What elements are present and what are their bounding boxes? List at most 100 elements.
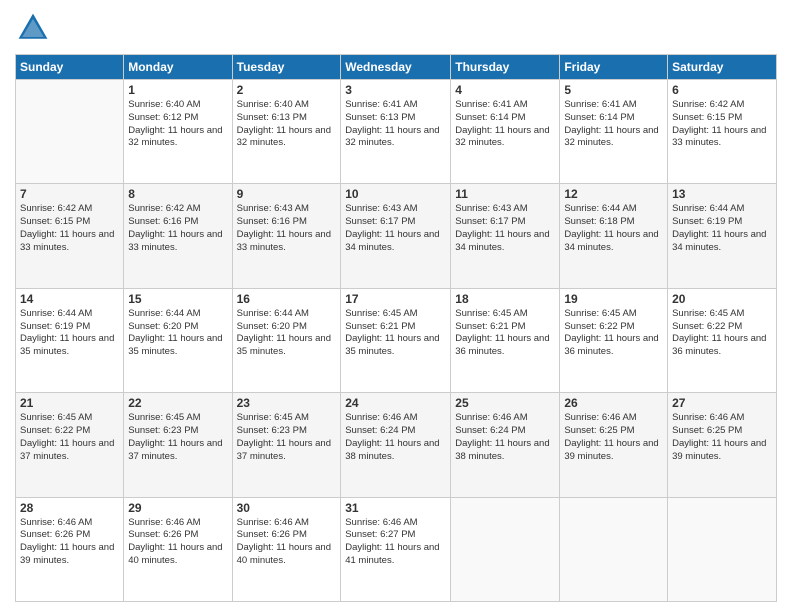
day-info: Sunrise: 6:40 AMSunset: 6:13 PMDaylight:… [237, 99, 337, 150]
calendar-cell: 19Sunrise: 6:45 AMSunset: 6:22 PMDayligh… [560, 288, 668, 392]
day-number: 8 [128, 187, 227, 201]
day-info: Sunrise: 6:45 AMSunset: 6:22 PMDaylight:… [672, 308, 772, 359]
day-info: Sunrise: 6:45 AMSunset: 6:22 PMDaylight:… [20, 412, 119, 463]
day-number: 15 [128, 292, 227, 306]
calendar-week-row: 28 Sunrise: 6:46 AMSunset: 6:26 PMDayligh… [16, 497, 777, 601]
day-info: Sunrise: 6:46 AMSunset: 6:26 PMDaylight:… [20, 517, 119, 568]
header [15, 10, 777, 46]
day-info: Sunrise: 6:43 AMSunset: 6:16 PMDaylight:… [237, 203, 337, 254]
day-number: 9 [237, 187, 337, 201]
day-info: Sunrise: 6:46 AMSunset: 6:25 PMDaylight:… [672, 412, 772, 463]
day-number: 1 [128, 83, 227, 97]
calendar-table: SundayMondayTuesdayWednesdayThursdayFrid… [15, 54, 777, 602]
calendar-header-row: SundayMondayTuesdayWednesdayThursdayFrid… [16, 55, 777, 80]
calendar-cell: 11 Sunrise: 6:43 AMSunset: 6:17 PMDayligh… [451, 184, 560, 288]
calendar-cell: 28 Sunrise: 6:46 AMSunset: 6:26 PMDayligh… [16, 497, 124, 601]
calendar-cell: 9 Sunrise: 6:43 AMSunset: 6:16 PMDaylight… [232, 184, 341, 288]
day-info: Sunrise: 6:46 AMSunset: 6:26 PMDaylight:… [128, 517, 227, 568]
day-info: Sunrise: 6:45 AMSunset: 6:21 PMDaylight:… [455, 308, 555, 359]
calendar-cell [560, 497, 668, 601]
day-number: 2 [237, 83, 337, 97]
calendar-cell: 22 Sunrise: 6:45 AMSunset: 6:23 PMDayligh… [124, 393, 232, 497]
day-number: 29 [128, 501, 227, 515]
logo [15, 10, 55, 46]
calendar-cell: 7 Sunrise: 6:42 AMSunset: 6:15 PMDaylight… [16, 184, 124, 288]
calendar-cell: 29 Sunrise: 6:46 AMSunset: 6:26 PMDayligh… [124, 497, 232, 601]
day-number: 24 [345, 396, 446, 410]
calendar-cell: 24 Sunrise: 6:46 AMSunset: 6:24 PMDayligh… [341, 393, 451, 497]
calendar-cell: 27 Sunrise: 6:46 AMSunset: 6:25 PMDayligh… [668, 393, 777, 497]
calendar-cell: 15Sunrise: 6:44 AMSunset: 6:20 PMDayligh… [124, 288, 232, 392]
day-number: 31 [345, 501, 446, 515]
day-number: 27 [672, 396, 772, 410]
day-number: 30 [237, 501, 337, 515]
day-number: 13 [672, 187, 772, 201]
calendar-cell: 6Sunrise: 6:42 AMSunset: 6:15 PMDaylight… [668, 80, 777, 184]
calendar-cell: 4 Sunrise: 6:41 AMSunset: 6:14 PMDaylight… [451, 80, 560, 184]
calendar-cell: 30 Sunrise: 6:46 AMSunset: 6:26 PMDayligh… [232, 497, 341, 601]
day-info: Sunrise: 6:44 AMSunset: 6:20 PMDaylight:… [237, 308, 337, 359]
day-number: 17 [345, 292, 446, 306]
day-header-friday: Friday [560, 55, 668, 80]
day-header-saturday: Saturday [668, 55, 777, 80]
day-number: 10 [345, 187, 446, 201]
day-number: 12 [564, 187, 663, 201]
day-number: 20 [672, 292, 772, 306]
day-info: Sunrise: 6:46 AMSunset: 6:26 PMDaylight:… [237, 517, 337, 568]
day-header-monday: Monday [124, 55, 232, 80]
day-number: 21 [20, 396, 119, 410]
calendar-cell: 12 Sunrise: 6:44 AMSunset: 6:18 PMDayligh… [560, 184, 668, 288]
day-info: Sunrise: 6:42 AMSunset: 6:15 PMDaylight:… [20, 203, 119, 254]
day-number: 28 [20, 501, 119, 515]
calendar-cell: 17Sunrise: 6:45 AMSunset: 6:21 PMDayligh… [341, 288, 451, 392]
day-info: Sunrise: 6:41 AMSunset: 6:14 PMDaylight:… [564, 99, 663, 150]
calendar-cell: 25 Sunrise: 6:46 AMSunset: 6:24 PMDayligh… [451, 393, 560, 497]
calendar-cell: 21 Sunrise: 6:45 AMSunset: 6:22 PMDayligh… [16, 393, 124, 497]
calendar-week-row: 21 Sunrise: 6:45 AMSunset: 6:22 PMDayligh… [16, 393, 777, 497]
day-header-sunday: Sunday [16, 55, 124, 80]
calendar-cell: 20 Sunrise: 6:45 AMSunset: 6:22 PMDayligh… [668, 288, 777, 392]
day-number: 23 [237, 396, 337, 410]
day-info: Sunrise: 6:45 AMSunset: 6:23 PMDaylight:… [128, 412, 227, 463]
calendar-cell: 14 Sunrise: 6:44 AMSunset: 6:19 PMDayligh… [16, 288, 124, 392]
day-number: 11 [455, 187, 555, 201]
day-info: Sunrise: 6:42 AMSunset: 6:15 PMDaylight:… [672, 99, 772, 150]
day-number: 25 [455, 396, 555, 410]
calendar-week-row: 14 Sunrise: 6:44 AMSunset: 6:19 PMDayligh… [16, 288, 777, 392]
day-number: 14 [20, 292, 119, 306]
day-info: Sunrise: 6:46 AMSunset: 6:24 PMDaylight:… [345, 412, 446, 463]
page: SundayMondayTuesdayWednesdayThursdayFrid… [0, 0, 792, 612]
calendar-cell: 5Sunrise: 6:41 AMSunset: 6:14 PMDaylight… [560, 80, 668, 184]
day-info: Sunrise: 6:41 AMSunset: 6:13 PMDaylight:… [345, 99, 446, 150]
day-number: 22 [128, 396, 227, 410]
calendar-cell: 10Sunrise: 6:43 AMSunset: 6:17 PMDayligh… [341, 184, 451, 288]
calendar-cell: 8 Sunrise: 6:42 AMSunset: 6:16 PMDaylight… [124, 184, 232, 288]
day-number: 7 [20, 187, 119, 201]
day-number: 16 [237, 292, 337, 306]
calendar-cell: 13 Sunrise: 6:44 AMSunset: 6:19 PMDayligh… [668, 184, 777, 288]
day-number: 4 [455, 83, 555, 97]
logo-icon [15, 10, 51, 46]
day-header-thursday: Thursday [451, 55, 560, 80]
calendar-week-row: 1Sunrise: 6:40 AMSunset: 6:12 PMDaylight… [16, 80, 777, 184]
calendar-cell: 23Sunrise: 6:45 AMSunset: 6:23 PMDayligh… [232, 393, 341, 497]
calendar-cell: 2 Sunrise: 6:40 AMSunset: 6:13 PMDaylight… [232, 80, 341, 184]
calendar-cell [16, 80, 124, 184]
day-header-wednesday: Wednesday [341, 55, 451, 80]
day-info: Sunrise: 6:41 AMSunset: 6:14 PMDaylight:… [455, 99, 555, 150]
calendar-cell: 16 Sunrise: 6:44 AMSunset: 6:20 PMDayligh… [232, 288, 341, 392]
day-info: Sunrise: 6:44 AMSunset: 6:19 PMDaylight:… [20, 308, 119, 359]
day-info: Sunrise: 6:44 AMSunset: 6:19 PMDaylight:… [672, 203, 772, 254]
day-info: Sunrise: 6:44 AMSunset: 6:18 PMDaylight:… [564, 203, 663, 254]
day-number: 18 [455, 292, 555, 306]
day-number: 19 [564, 292, 663, 306]
day-number: 26 [564, 396, 663, 410]
day-info: Sunrise: 6:42 AMSunset: 6:16 PMDaylight:… [128, 203, 227, 254]
calendar-cell: 18 Sunrise: 6:45 AMSunset: 6:21 PMDayligh… [451, 288, 560, 392]
day-info: Sunrise: 6:46 AMSunset: 6:25 PMDaylight:… [564, 412, 663, 463]
day-info: Sunrise: 6:46 AMSunset: 6:24 PMDaylight:… [455, 412, 555, 463]
day-info: Sunrise: 6:43 AMSunset: 6:17 PMDaylight:… [455, 203, 555, 254]
calendar-cell: 26 Sunrise: 6:46 AMSunset: 6:25 PMDayligh… [560, 393, 668, 497]
calendar-cell: 1Sunrise: 6:40 AMSunset: 6:12 PMDaylight… [124, 80, 232, 184]
day-number: 3 [345, 83, 446, 97]
